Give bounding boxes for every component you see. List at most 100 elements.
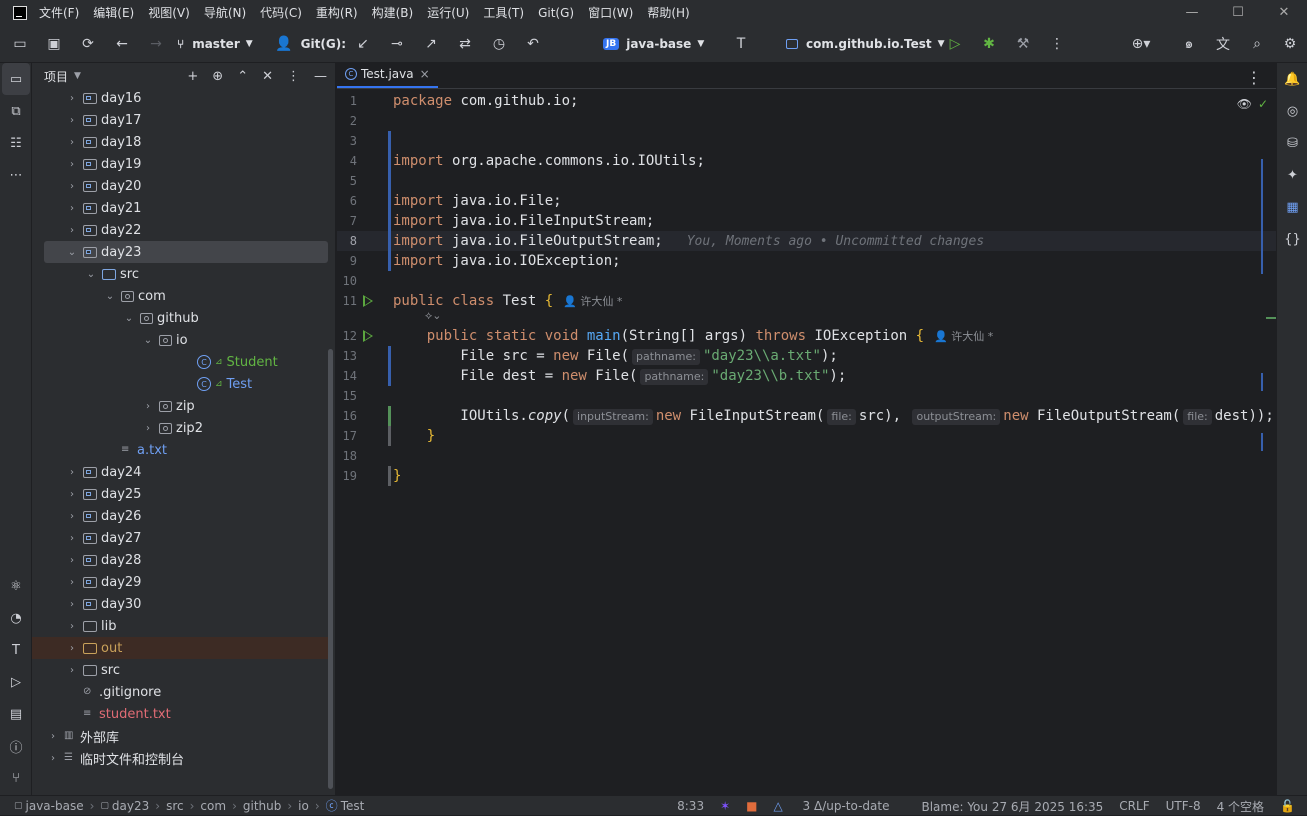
change-marker[interactable] xyxy=(388,131,391,151)
maximize-icon[interactable]: ☐ xyxy=(1215,0,1261,25)
settings-icon[interactable]: ⚙ xyxy=(1273,25,1307,63)
breadcrumb-item[interactable]: day23 xyxy=(112,799,149,813)
add-icon[interactable]: + xyxy=(187,69,198,84)
chevron-right-icon[interactable]: › xyxy=(65,599,79,610)
project-panel-title[interactable]: 项目 xyxy=(44,68,68,85)
tree-item[interactable]: › day16 xyxy=(32,87,328,109)
chevron-right-icon[interactable]: › xyxy=(65,643,79,654)
tree-item[interactable]: ≡ a.txt xyxy=(32,439,328,461)
menu-item[interactable]: 编辑(E) xyxy=(93,6,134,20)
gutter[interactable] xyxy=(357,346,391,366)
breadcrumb-item[interactable]: src xyxy=(166,799,184,813)
chevron-down-icon[interactable]: ⌄ xyxy=(84,269,98,280)
menu-item[interactable]: 文件(F) xyxy=(39,6,79,20)
tree-item[interactable]: › day22 xyxy=(32,219,328,241)
notifications-icon[interactable]: 🔔 xyxy=(1277,63,1307,95)
chevron-right-icon[interactable]: › xyxy=(65,181,79,192)
hammer-icon[interactable]: ⚒ xyxy=(1006,25,1040,63)
hide-icon[interactable]: — xyxy=(314,69,327,84)
git-commit-icon[interactable]: ⊸ xyxy=(380,25,414,63)
tree-item[interactable]: › zip xyxy=(32,395,328,417)
breadcrumb-item[interactable]: github xyxy=(243,799,281,813)
menu-item[interactable]: 帮助(H) xyxy=(647,6,689,20)
gradle-icon[interactable]: ✦ xyxy=(1277,159,1307,191)
chevron-down-icon[interactable]: ⌄ xyxy=(122,313,136,324)
code-line[interactable]: 16 IOUtils.copy(inputStream: new FileInpu… xyxy=(337,406,1276,426)
build-icon[interactable]: T xyxy=(724,25,758,63)
close-tab-icon[interactable]: × xyxy=(420,67,430,81)
run-gutter-icon[interactable] xyxy=(363,295,373,307)
build-tool-icon[interactable]: T xyxy=(0,634,32,666)
chevron-down-icon[interactable]: ⌄ xyxy=(103,291,117,302)
code-author-hint[interactable]: 👤 许大仙 * xyxy=(934,328,993,344)
tree-item[interactable]: › zip2 xyxy=(32,417,328,439)
indent-setting[interactable]: 4 个空格 xyxy=(1217,798,1264,815)
chevron-right-icon[interactable]: › xyxy=(46,753,60,764)
code-line[interactable]: 15 xyxy=(337,386,1276,406)
chevron-right-icon[interactable]: › xyxy=(46,731,60,742)
menu-item[interactable]: 重构(R) xyxy=(316,6,358,20)
breadcrumb-item[interactable]: io xyxy=(298,799,309,813)
code-author-hint[interactable]: 👤 许大仙 * xyxy=(563,293,622,309)
tree-item[interactable]: › day20 xyxy=(32,175,328,197)
debug-icon[interactable]: ✱ xyxy=(972,25,1006,63)
open-folder-icon[interactable]: ▭ xyxy=(3,25,37,63)
gutter[interactable] xyxy=(357,366,391,386)
breadcrumb-item[interactable]: com xyxy=(200,799,226,813)
chevron-right-icon[interactable]: › xyxy=(65,665,79,676)
code-line[interactable]: 4 import org.apache.commons.io.IOUtils; xyxy=(337,151,1276,171)
close-icon[interactable]: ✕ xyxy=(1261,0,1307,25)
save-icon[interactable]: ▣ xyxy=(37,25,71,63)
structure-tool-icon[interactable]: ☷ xyxy=(0,127,32,159)
chevron-right-icon[interactable]: › xyxy=(65,203,79,214)
gutter[interactable] xyxy=(357,131,391,151)
database-icon[interactable]: ⛁ xyxy=(1277,127,1307,159)
gutter[interactable] xyxy=(357,326,390,346)
gutter[interactable] xyxy=(357,271,390,291)
search-icon[interactable]: ⌕ xyxy=(1240,25,1274,63)
gutter[interactable] xyxy=(357,386,390,406)
tree-item[interactable]: C ⊿ Student xyxy=(32,351,328,373)
gutter[interactable] xyxy=(357,111,390,131)
tree-item[interactable]: ⌄ github xyxy=(32,307,328,329)
kotlin-icon[interactable]: ✶ xyxy=(720,799,730,813)
plugin-icon[interactable]: ⚛ xyxy=(0,570,32,602)
run-icon[interactable]: ▷ xyxy=(938,25,972,63)
code-line[interactable]: 10 xyxy=(337,271,1276,291)
chevron-down-icon[interactable]: ⌄ xyxy=(141,335,155,346)
gutter[interactable] xyxy=(357,91,390,111)
gutter[interactable] xyxy=(357,466,391,486)
expand-all-icon[interactable]: ⌃ xyxy=(237,69,248,84)
line-separator[interactable]: CRLF xyxy=(1119,799,1149,813)
code-line[interactable]: 1 package com.github.io; xyxy=(337,91,1276,111)
windows-icon[interactable]: ■ xyxy=(746,799,757,813)
caret-position[interactable]: 8:33 xyxy=(677,799,704,813)
code-line[interactable]: 18 xyxy=(337,446,1276,466)
gutter[interactable] xyxy=(357,426,391,446)
menu-item[interactable]: 窗口(W) xyxy=(588,6,633,20)
code-line[interactable]: 19} xyxy=(337,466,1276,486)
chevron-right-icon[interactable]: › xyxy=(65,115,79,126)
gutter[interactable] xyxy=(357,291,390,311)
menu-item[interactable]: 构建(B) xyxy=(372,6,414,20)
gutter[interactable] xyxy=(357,406,391,426)
blame-status[interactable]: Blame: You 27 6月 2025 16:35 xyxy=(921,798,1103,815)
forward-icon[interactable]: → xyxy=(139,25,173,63)
tab-test-java[interactable]: C Test.java × xyxy=(337,62,438,88)
commit-tool-icon[interactable]: ⧉ xyxy=(0,95,32,127)
gutter[interactable] xyxy=(357,251,391,271)
gutter[interactable] xyxy=(357,446,390,466)
code-vision-icon[interactable]: ⟡⌄ xyxy=(425,309,442,323)
tab-options-icon[interactable]: ⋮ xyxy=(1246,68,1262,87)
tree-item[interactable]: › day17 xyxy=(32,109,328,131)
chevron-down-icon[interactable]: ▼ xyxy=(74,71,81,81)
tree-item[interactable]: › ☰ 临时文件和控制台 xyxy=(32,747,328,769)
tree-item[interactable]: ⌄ com xyxy=(32,285,328,307)
chevron-right-icon[interactable]: › xyxy=(141,423,155,434)
minimize-icon[interactable]: — xyxy=(1169,0,1215,25)
tree-item[interactable]: › day28 xyxy=(32,549,328,571)
code-area[interactable]: 1 package com.github.io; 2 3 4 import org.apa… xyxy=(337,91,1276,486)
tree-item[interactable]: › src xyxy=(32,659,328,681)
code-line[interactable]: 8 import java.io.FileOutputStream; You, Mo… xyxy=(337,231,1276,251)
gutter[interactable] xyxy=(357,211,391,231)
